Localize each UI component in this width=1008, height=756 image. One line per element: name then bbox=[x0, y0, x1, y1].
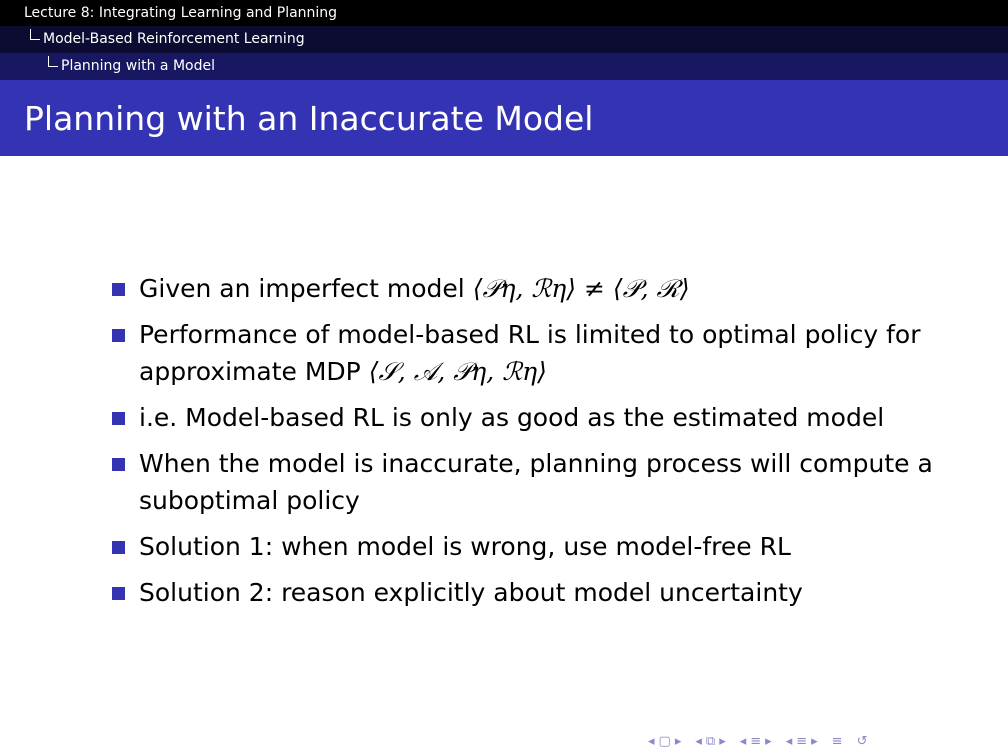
header-section-label: Model-Based Reinforcement Learning bbox=[43, 31, 305, 47]
nav-next-frame-icon[interactable]: ▸ bbox=[675, 734, 682, 749]
nav-next-icon[interactable]: ▸ bbox=[811, 734, 818, 749]
bullet-math: ⟨𝒫η, ℛη⟩ ≠ ⟨𝒫, ℛ⟩ bbox=[472, 274, 690, 303]
square-bullet-icon bbox=[112, 329, 125, 342]
list-item: When the model is inaccurate, planning p… bbox=[112, 445, 942, 519]
list-item: Given an imperfect model ⟨𝒫η, ℛη⟩ ≠ ⟨𝒫, … bbox=[112, 270, 942, 307]
header-subsection-label: Planning with a Model bbox=[61, 58, 215, 74]
header-section[interactable]: Model-Based Reinforcement Learning bbox=[0, 26, 1008, 53]
nav-frame-icon[interactable]: ▢ bbox=[659, 734, 671, 749]
bullet-text: i.e. Model-based RL is only as good as t… bbox=[139, 403, 885, 432]
nav-next-subsection-icon[interactable]: ▸ bbox=[719, 734, 726, 749]
square-bullet-icon bbox=[112, 587, 125, 600]
bullet-list: Given an imperfect model ⟨𝒫η, ℛη⟩ ≠ ⟨𝒫, … bbox=[112, 270, 942, 620]
list-item: i.e. Model-based RL is only as good as t… bbox=[112, 399, 942, 436]
list-item: Solution 1: when model is wrong, use mod… bbox=[112, 528, 942, 565]
tree-corner-icon bbox=[48, 56, 58, 67]
nav-toc-icon[interactable]: ≡ bbox=[832, 734, 843, 749]
list-item: Solution 2: reason explicitly about mode… bbox=[112, 574, 942, 611]
nav-prev-subsection-icon[interactable]: ◂ bbox=[695, 734, 702, 749]
square-bullet-icon bbox=[112, 283, 125, 296]
nav-prev-icon[interactable]: ◂ bbox=[786, 734, 793, 749]
header-subsection[interactable]: Planning with a Model bbox=[0, 53, 1008, 80]
nav-doc-icon[interactable]: ≡ bbox=[796, 734, 807, 749]
nav-next-section-icon[interactable]: ▸ bbox=[765, 734, 772, 749]
nav-subsection-icon[interactable]: ⧉ bbox=[706, 734, 715, 749]
header-lecture-label: Lecture 8: Integrating Learning and Plan… bbox=[24, 5, 338, 21]
square-bullet-icon bbox=[112, 412, 125, 425]
nav-prev-section-icon[interactable]: ◂ bbox=[740, 734, 747, 749]
bullet-text: When the model is inaccurate, planning p… bbox=[139, 449, 933, 515]
nav-section-icon[interactable]: ≡ bbox=[750, 734, 761, 749]
square-bullet-icon bbox=[112, 541, 125, 554]
beamer-navigation: ◂ ▢ ▸ ◂ ⧉ ▸ ◂ ≡ ▸ ◂ ≡ ▸ ≡ ↺ bbox=[648, 734, 868, 749]
bullet-math: ⟨𝒮, 𝒜, 𝒫η, ℛη⟩ bbox=[368, 357, 547, 386]
bullet-text: Solution 2: reason explicitly about mode… bbox=[139, 578, 803, 607]
header-lecture[interactable]: Lecture 8: Integrating Learning and Plan… bbox=[0, 0, 1008, 26]
tree-corner-icon bbox=[30, 29, 40, 40]
bullet-text: Given an imperfect model bbox=[139, 274, 473, 303]
list-item: Performance of model-based RL is limited… bbox=[112, 316, 942, 390]
square-bullet-icon bbox=[112, 458, 125, 471]
bullet-text: Solution 1: when model is wrong, use mod… bbox=[139, 532, 791, 561]
nav-prev-frame-icon[interactable]: ◂ bbox=[648, 734, 655, 749]
slide-title: Planning with an Inaccurate Model bbox=[24, 99, 594, 138]
nav-search-icon[interactable]: ↺ bbox=[857, 734, 868, 749]
